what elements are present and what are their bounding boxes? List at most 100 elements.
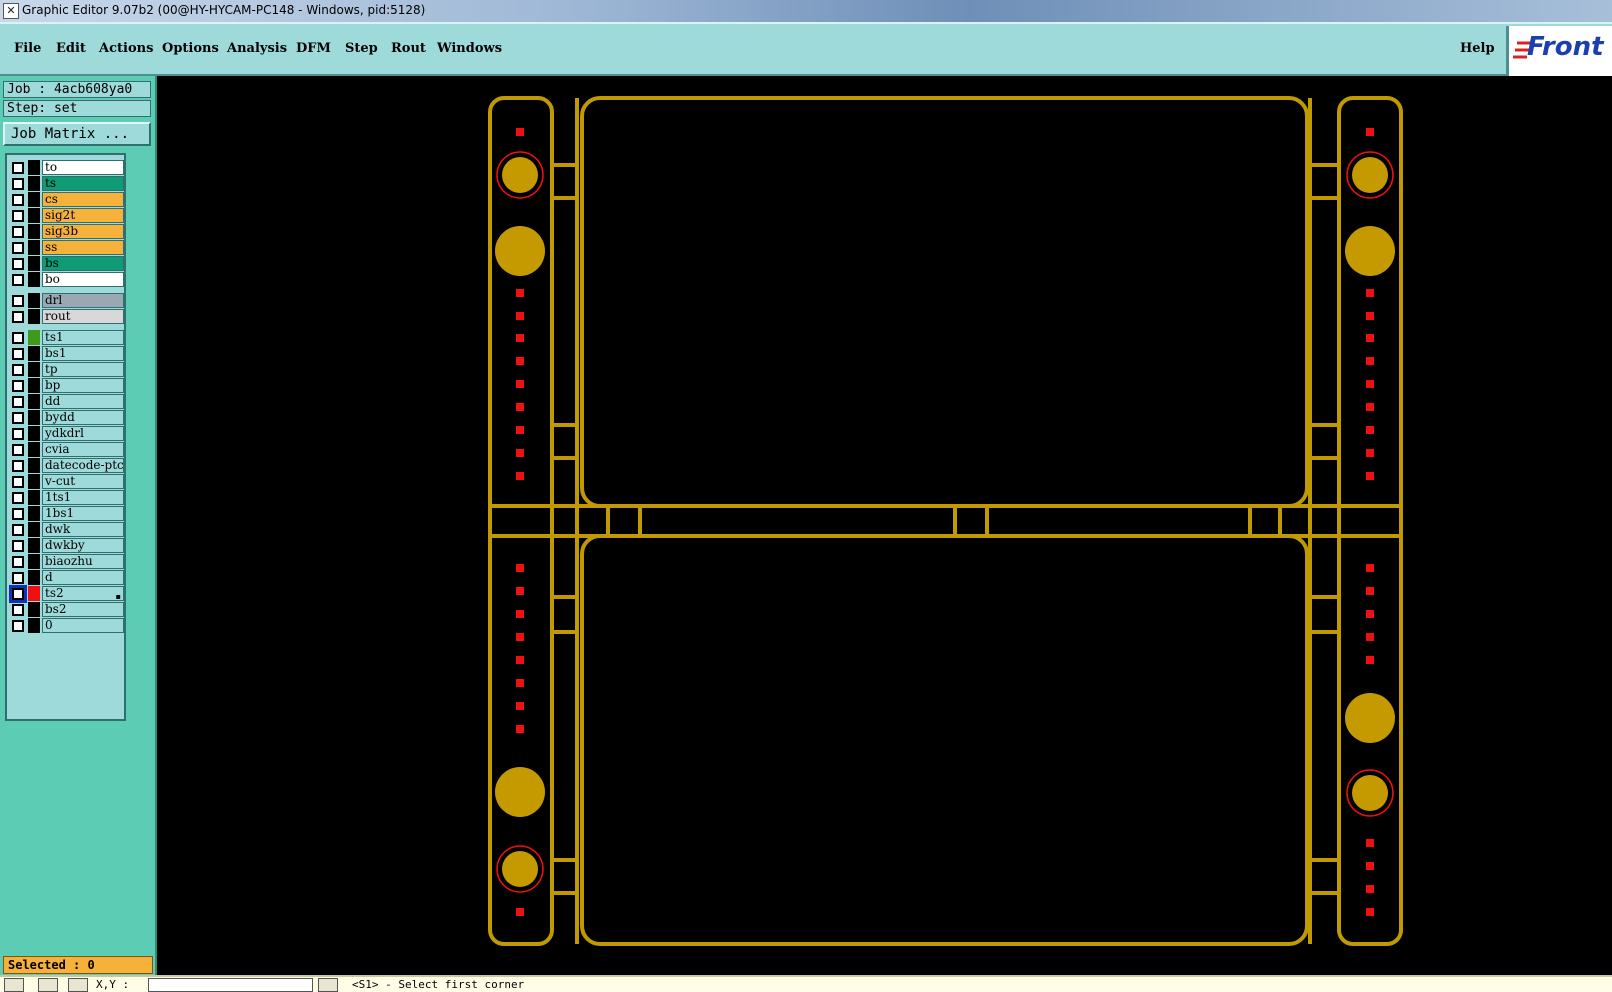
layer-row-sig2t[interactable]: sig2t — [9, 208, 124, 223]
layer-row-d[interactable]: d — [9, 570, 124, 585]
layer-color-swatch[interactable] — [28, 602, 40, 617]
layer-checkbox[interactable] — [12, 295, 24, 307]
layer-color-swatch[interactable] — [28, 192, 40, 207]
x-app-icon[interactable]: ✕ — [3, 3, 19, 19]
layer-color-swatch[interactable] — [28, 522, 40, 537]
menu-options[interactable]: Options — [162, 41, 219, 56]
layer-row-cvia[interactable]: cvia — [9, 442, 124, 457]
layer-row-drl[interactable]: drl — [9, 293, 124, 308]
layer-row-bs1[interactable]: bs1 — [9, 346, 124, 361]
layer-row-rout[interactable]: rout — [9, 309, 124, 324]
layer-color-swatch[interactable] — [28, 224, 40, 239]
layer-checkbox[interactable] — [12, 396, 24, 408]
layer-row-ts[interactable]: ts — [9, 176, 124, 191]
layer-row-cs[interactable]: cs — [9, 192, 124, 207]
layer-row-1ts1[interactable]: 1ts1 — [9, 490, 124, 505]
layer-name[interactable]: bs1 — [42, 346, 124, 361]
coordinate-input[interactable] — [148, 978, 313, 992]
layer-color-swatch[interactable] — [28, 160, 40, 175]
layer-name[interactable]: bp — [42, 378, 124, 393]
job-matrix-button[interactable]: Job Matrix ... — [3, 122, 151, 146]
layer-color-swatch[interactable] — [28, 490, 40, 505]
layer-row-1bs1[interactable]: 1bs1 — [9, 506, 124, 521]
layer-checkbox[interactable] — [12, 274, 24, 286]
layer-name[interactable]: biaozhu — [42, 554, 124, 569]
layer-checkbox[interactable] — [12, 508, 24, 520]
layer-name[interactable]: rout — [42, 309, 124, 324]
layer-row-v-cut[interactable]: v-cut — [9, 474, 124, 489]
layer-name[interactable]: sig2t — [42, 208, 124, 223]
layer-name[interactable]: v-cut — [42, 474, 124, 489]
layer-row-tp[interactable]: tp — [9, 362, 124, 377]
layer-checkbox[interactable] — [12, 348, 24, 360]
menu-help[interactable]: Help — [1460, 41, 1495, 56]
layer-name[interactable]: ts2 ▪ — [42, 586, 124, 601]
layer-row-dwk[interactable]: dwk — [9, 522, 124, 537]
layer-checkbox[interactable] — [12, 332, 24, 344]
menu-rout[interactable]: Rout — [391, 41, 426, 56]
layer-row-0[interactable]: 0 — [9, 618, 124, 633]
layer-row-datecode-ptc[interactable]: datecode-ptc — [9, 458, 124, 473]
layer-color-swatch[interactable] — [28, 362, 40, 377]
layer-checkbox[interactable] — [12, 460, 24, 472]
layer-checkbox[interactable] — [12, 364, 24, 376]
layer-checkbox[interactable] — [12, 524, 24, 536]
layer-color-swatch[interactable] — [28, 394, 40, 409]
layer-color-swatch[interactable] — [28, 618, 40, 633]
layer-color-swatch[interactable] — [28, 176, 40, 191]
layer-name[interactable]: dwkby — [42, 538, 124, 553]
select-tool-button[interactable] — [4, 978, 24, 992]
layer-checkbox[interactable] — [12, 178, 24, 190]
layer-name[interactable]: 1ts1 — [42, 490, 124, 505]
layer-color-swatch[interactable] — [28, 208, 40, 223]
layer-name[interactable]: 1bs1 — [42, 506, 124, 521]
layer-checkbox[interactable] — [12, 476, 24, 488]
layer-name[interactable]: ydkdrl — [42, 426, 124, 441]
layer-row-bs[interactable]: bs — [9, 256, 124, 271]
menu-windows[interactable]: Windows — [437, 41, 502, 56]
layer-color-swatch[interactable] — [28, 240, 40, 255]
layer-color-swatch[interactable] — [28, 538, 40, 553]
layer-name[interactable]: ts — [42, 176, 124, 191]
layer-name[interactable]: 0 — [42, 618, 124, 633]
layer-name[interactable]: bo — [42, 272, 124, 287]
layer-checkbox[interactable] — [12, 540, 24, 552]
pcb-board-drawing[interactable] — [157, 76, 1612, 975]
menu-file[interactable]: File — [14, 41, 41, 56]
layer-name[interactable]: dwk — [42, 522, 124, 537]
menu-actions[interactable]: Actions — [99, 41, 153, 56]
layer-name[interactable]: tp — [42, 362, 124, 377]
layer-name[interactable]: dd — [42, 394, 124, 409]
menu-step[interactable]: Step — [345, 41, 378, 56]
layer-color-swatch[interactable] — [28, 474, 40, 489]
layer-color-swatch[interactable] — [28, 570, 40, 585]
layer-color-swatch[interactable] — [28, 330, 40, 345]
layer-name[interactable]: bydd — [42, 410, 124, 425]
layer-color-swatch[interactable] — [28, 586, 40, 601]
layer-color-swatch[interactable] — [28, 410, 40, 425]
layer-name[interactable]: ts1 — [42, 330, 124, 345]
layer-row-sig3b[interactable]: sig3b — [9, 224, 124, 239]
check-tool-button[interactable] — [38, 978, 58, 992]
layer-row-ts2[interactable]: ts2 ▪ — [9, 585, 124, 603]
layer-checkbox[interactable] — [12, 620, 24, 632]
menu-analysis[interactable]: Analysis — [227, 41, 287, 56]
layer-color-swatch[interactable] — [28, 378, 40, 393]
layer-checkbox[interactable] — [12, 162, 24, 174]
graphic-canvas[interactable] — [157, 76, 1612, 975]
plus-tool-button[interactable] — [318, 978, 338, 992]
layer-name[interactable]: cs — [42, 192, 124, 207]
layer-checkbox[interactable] — [12, 311, 24, 323]
layer-color-swatch[interactable] — [28, 293, 40, 308]
layer-row-dd[interactable]: dd — [9, 394, 124, 409]
layer-color-swatch[interactable] — [28, 458, 40, 473]
layer-color-swatch[interactable] — [28, 256, 40, 271]
layer-name[interactable]: cvia — [42, 442, 124, 457]
layer-checkbox[interactable] — [12, 428, 24, 440]
layer-row-bp[interactable]: bp — [9, 378, 124, 393]
layer-color-swatch[interactable] — [28, 442, 40, 457]
layer-color-swatch[interactable] — [28, 506, 40, 521]
layer-name[interactable]: sig3b — [42, 224, 124, 239]
layer-color-swatch[interactable] — [28, 272, 40, 287]
layer-name[interactable]: drl — [42, 293, 124, 308]
